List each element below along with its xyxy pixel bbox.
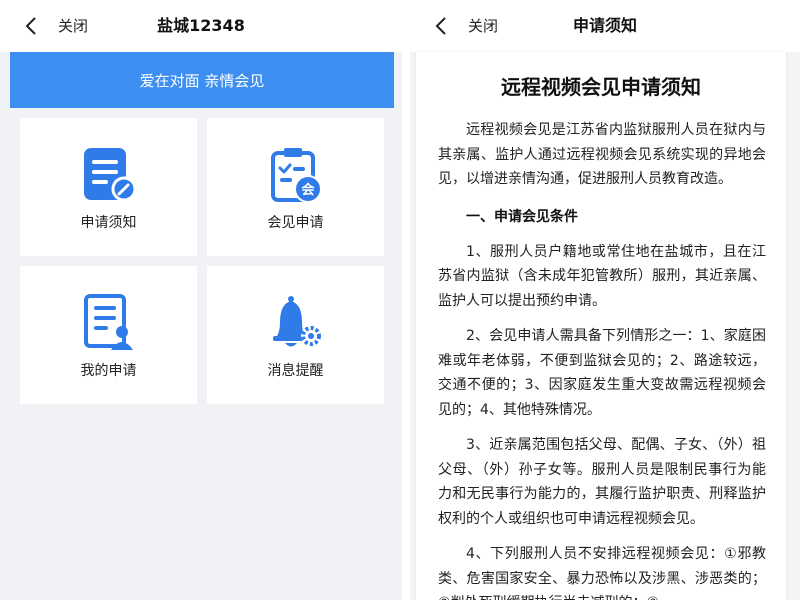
chevron-left-icon	[435, 17, 446, 35]
tile-label: 我的申请	[80, 363, 137, 379]
tile-label: 会见申请	[267, 215, 324, 231]
tile-label: 申请须知	[80, 215, 137, 231]
document-edit-icon	[83, 148, 136, 202]
condition-item: 1、服刑人员户籍地或常住地在盐城市，且在江苏省内监狱（含未成年犯管教所）服刑，其…	[438, 243, 766, 309]
condition-item: 3、近亲属范围包括父母、配偶、子女、（外）祖父母、（外）孙子女等。服刑人员是限制…	[438, 437, 766, 527]
svg-text:会: 会	[301, 182, 315, 198]
document-body: 远程视频会见是江苏省内监狱服刑人员在狱内与其亲属、监护人通过远程视频会见系统实现…	[416, 118, 786, 600]
intro-paragraph: 远程视频会见是江苏省内监狱服刑人员在狱内与其亲属、监护人通过远程视频会见系统实现…	[438, 122, 766, 187]
clipboard-meeting-icon: 会	[270, 148, 322, 203]
condition-item: 2、会见申请人需具备下列情形之一：1、家庭困难或年老体弱，不便到监狱会见的；2、…	[438, 328, 766, 418]
close-button[interactable]: 关闭	[58, 0, 88, 52]
close-button[interactable]: 关闭	[468, 0, 498, 52]
chevron-left-icon	[25, 17, 36, 35]
nav-bar: 关闭 申请须知	[410, 0, 800, 52]
tile-message-reminder[interactable]: 消息提醒	[207, 266, 384, 404]
condition-item: 4、下列服刑人员不安排远程视频会见：①邪教类、危害国家安全、暴力恐怖以及涉黑、涉…	[438, 546, 766, 600]
document-user-icon	[83, 294, 133, 350]
back-button[interactable]	[430, 14, 452, 38]
home-screen: 关闭 盐城12348 爱在对面 亲情会见 申请须知 会 会见申请 我的申请 消息…	[0, 0, 402, 600]
bell-settings-icon	[272, 296, 321, 347]
section-heading: 一、申请会见条件	[466, 208, 578, 225]
tile-label: 消息提醒	[267, 363, 324, 379]
tile-meeting-application[interactable]: 会 会见申请	[207, 118, 384, 256]
nav-bar: 关闭 盐城12348	[0, 0, 402, 52]
tile-my-applications[interactable]: 我的申请	[20, 266, 197, 404]
banner: 爱在对面 亲情会见	[10, 52, 394, 108]
document-title: 远程视频会见申请须知	[501, 75, 701, 99]
notice-screen: 关闭 申请须知 远程视频会见申请须知 远程视频会见是江苏省内监狱服刑人员在狱内与…	[410, 0, 800, 600]
back-button[interactable]	[20, 14, 42, 38]
notice-document: 远程视频会见申请须知 远程视频会见是江苏省内监狱服刑人员在狱内与其亲属、监护人通…	[416, 52, 786, 600]
tile-application-notice[interactable]: 申请须知	[20, 118, 197, 256]
